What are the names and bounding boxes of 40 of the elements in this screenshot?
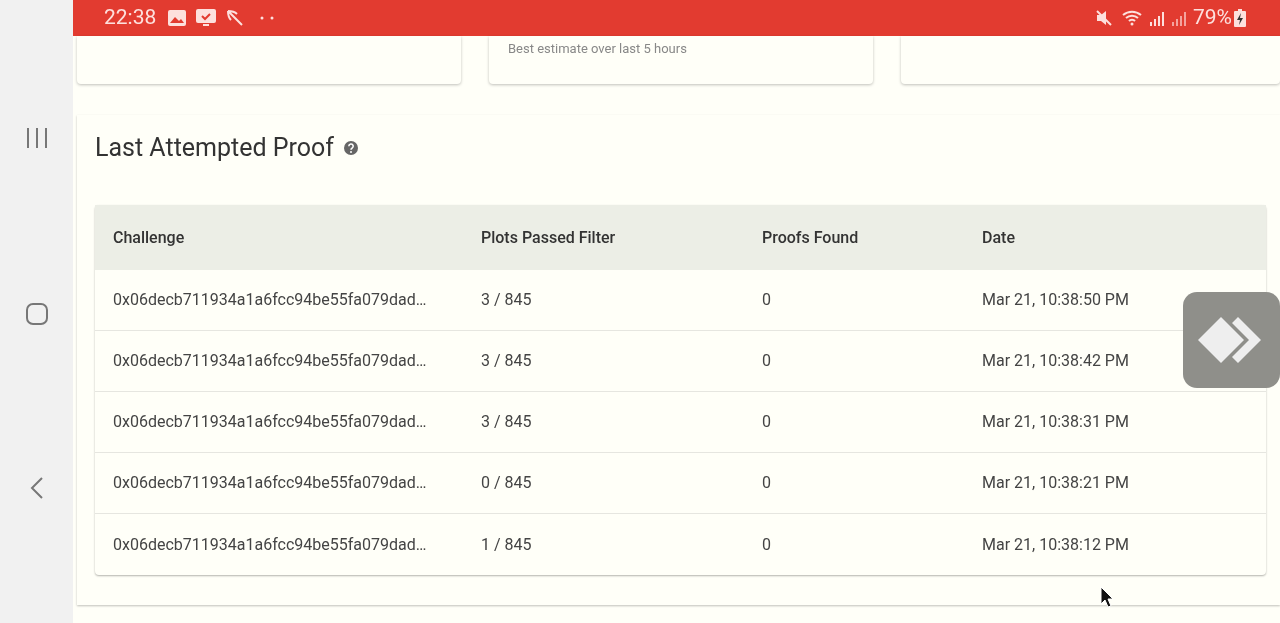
recent-apps-icon[interactable] [24, 127, 49, 149]
home-icon[interactable] [24, 302, 49, 326]
column-header: Plots Passed Filter [481, 226, 617, 249]
table-cell-text: Mar 21, 10:38:50 PM [982, 289, 1130, 311]
status-time: 22:38 [104, 4, 157, 32]
signal-icon [1149, 10, 1165, 26]
back-icon[interactable] [29, 476, 44, 500]
table-cell-text: Mar 21, 10:38:21 PM [982, 472, 1130, 494]
more-icon [260, 16, 275, 20]
column-header: Date [982, 226, 1016, 249]
card-caption: Best estimate over last 5 hours [508, 41, 687, 56]
table-cell-text: 0 [762, 350, 772, 372]
table-cell-text: 3 / 845 [481, 350, 533, 372]
table-cell-text: Mar 21, 10:38:42 PM [982, 350, 1130, 372]
mute-icon [1095, 9, 1113, 27]
battery-charging-icon [1234, 9, 1246, 27]
column-header: Proofs Found [762, 226, 860, 249]
table-cell-text: 3 / 845 [481, 289, 533, 311]
column-header: Challenge [113, 226, 186, 249]
table-cell-text: 3 / 845 [481, 411, 533, 433]
table-cell-text: 0x06decb711934a1a6fcc94be55fa079dad… [113, 411, 428, 433]
table-cell-text: 1 / 845 [481, 533, 533, 556]
table-cell-text: 0 [762, 533, 772, 556]
table-cell-text: 0x06decb711934a1a6fcc94be55fa079dad… [113, 472, 428, 494]
section-title: Last Attempted Proof [95, 132, 334, 165]
floating-app-button[interactable] [1183, 292, 1280, 388]
table-cell-text: 0 / 845 [481, 472, 533, 494]
table-cell-text: Mar 21, 10:38:12 PM [982, 533, 1130, 556]
battery-percentage: 79% [1193, 4, 1232, 32]
checkmark-icon [196, 9, 217, 27]
table-cell-text: 0x06decb711934a1a6fcc94be55fa079dad… [113, 350, 428, 372]
image-icon [168, 10, 187, 26]
table-cell-text: 0x06decb711934a1a6fcc94be55fa079dad… [113, 289, 428, 311]
table-cell-text: 0 [762, 289, 772, 311]
table-cell-text: 0 [762, 411, 772, 433]
signal-icon [1171, 10, 1187, 26]
help-icon[interactable] [343, 141, 358, 155]
table-cell-text: Mar 21, 10:38:31 PM [982, 411, 1130, 433]
table-cell-text: 0x06decb711934a1a6fcc94be55fa079dad… [113, 533, 428, 556]
table-cell-text: 0 [762, 472, 772, 494]
